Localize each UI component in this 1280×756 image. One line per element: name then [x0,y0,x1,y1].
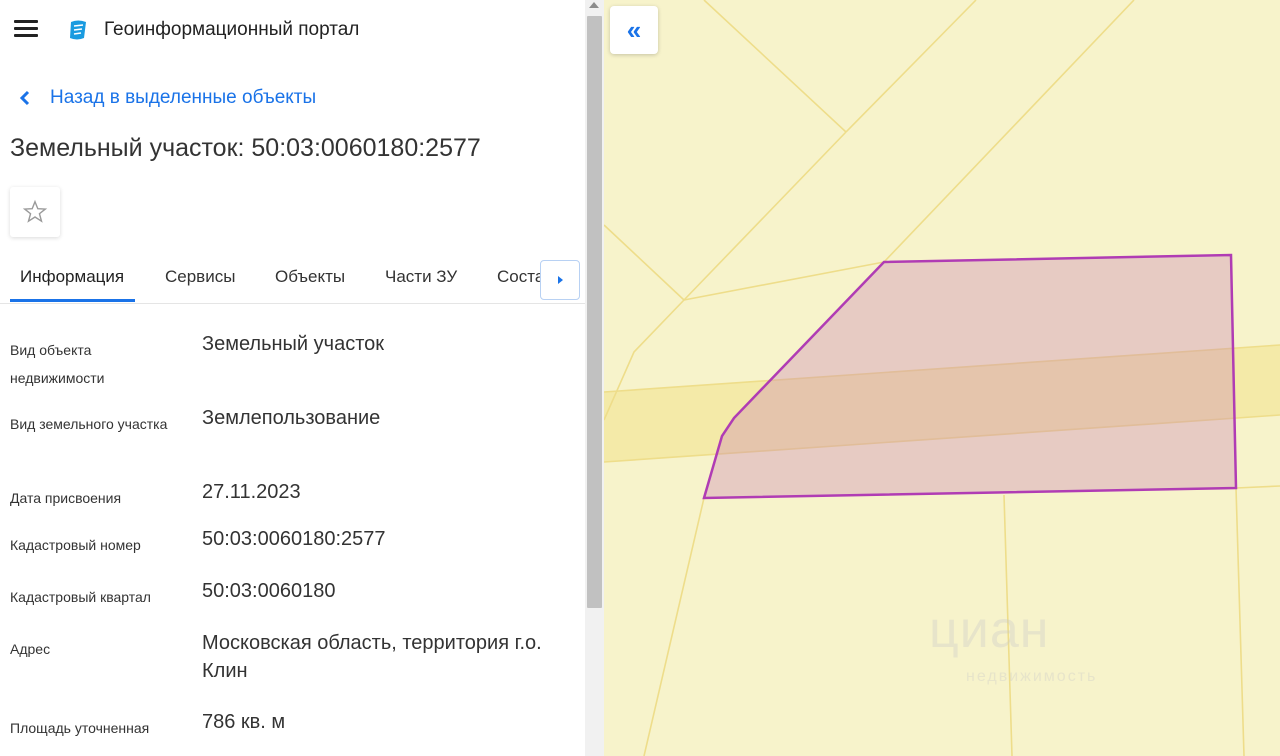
arrow-right-icon [558,276,563,284]
back-link[interactable]: Назад в выделенные объекты [16,87,316,109]
tab-services[interactable]: Сервисы [165,267,235,287]
object-title: Земельный участок: 50:03:0060180:2577 [10,134,481,162]
map-view[interactable]: « циан недвижимость [604,0,1280,756]
info-panel: Геоинформационный портал Назад в выделен… [0,0,585,756]
info-label: Кадастровый квартал [10,589,151,605]
scroll-thumb[interactable] [587,16,602,608]
info-value: Землепользование [202,407,381,429]
tab-composition[interactable]: Состав [497,267,540,287]
tab-parts[interactable]: Части ЗУ [385,267,457,287]
watermark-sub: недвижимость [966,668,1098,685]
tabs-viewport: Информация Сервисы Объекты Части ЗУ Сост… [0,255,540,303]
star-icon [22,199,48,223]
tab-information[interactable]: Информация [20,267,124,287]
info-label: Площадь уточненная [10,720,150,736]
collapse-panel-button[interactable]: « [610,6,658,54]
info-label: Адрес [10,641,51,657]
info-value: 50:03:0060180 [202,580,336,602]
info-value: 786 кв. м [202,711,286,733]
scroll-up-icon[interactable] [589,2,599,8]
watermark: циан [929,601,1050,659]
panel-scrollbar[interactable] [585,0,604,756]
header: Геоинформационный портал [0,0,585,62]
tab-objects[interactable]: Объекты [275,267,345,287]
hamburger-icon[interactable] [14,20,38,40]
info-label: Кадастровый номер [10,537,141,553]
info-value: 50:03:0060180:2577 [202,528,386,550]
selected-parcel [702,253,1238,500]
back-link-label: Назад в выделенные объекты [50,87,317,108]
tab-next-button[interactable] [540,260,580,300]
favorite-button[interactable] [10,187,60,237]
info-value: Московская область, территория г.о. Клин [202,632,542,682]
info-label: Вид земельного участка [10,416,168,432]
tabs: Информация Сервисы Объекты Части ЗУ Сост… [0,255,585,304]
active-tab-indicator [10,299,135,302]
info-label: Дата присвоения [10,490,122,506]
portal-logo-icon [70,20,86,40]
portal-title: Геоинформационный портал [104,19,360,40]
info-label: Вид объекта недвижимости [10,342,105,386]
info-value: Земельный участок [202,333,385,355]
info-value: 27.11.2023 [202,481,301,503]
chevron-left-icon [19,90,30,106]
